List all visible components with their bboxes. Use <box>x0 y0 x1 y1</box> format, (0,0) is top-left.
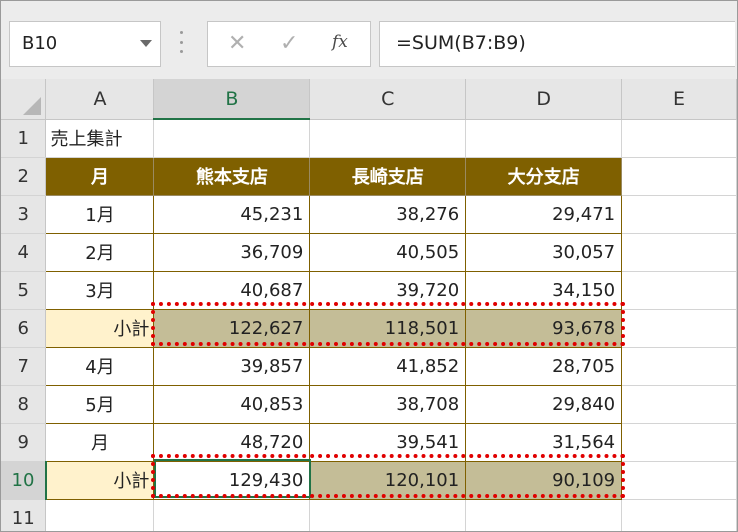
insert-function-icon[interactable]: fx <box>332 32 348 52</box>
value-cell[interactable]: 29,471 <box>465 194 623 234</box>
row-header[interactable]: 6 <box>1 309 47 348</box>
row-header[interactable]: 8 <box>1 385 47 424</box>
table-header-cell[interactable]: 大分支店 <box>465 156 623 196</box>
column-header-d[interactable]: D <box>465 79 623 120</box>
formula-toolbar: B10 ✕ ✓ fx =SUM(B7:B9) <box>1 1 737 79</box>
cell[interactable] <box>621 461 737 500</box>
sheet-row: 2 月 熊本支店 長崎支店 大分支店 <box>1 156 737 196</box>
cell[interactable] <box>621 271 737 310</box>
value-cell[interactable]: 41,852 <box>309 346 467 386</box>
sheet-row: 7 4月 39,857 41,852 28,705 <box>1 346 737 386</box>
value-cell[interactable]: 39,857 <box>153 346 311 386</box>
name-box[interactable]: B10 <box>9 21 161 67</box>
row-header[interactable]: 11 <box>1 499 47 531</box>
cell[interactable] <box>621 309 737 348</box>
row-header[interactable]: 2 <box>1 157 47 196</box>
spreadsheet-window: B10 ✕ ✓ fx =SUM(B7:B9) A B C D E 1 売上集計 <box>0 0 738 532</box>
value-cell[interactable]: 40,687 <box>153 270 311 310</box>
cell[interactable] <box>153 499 311 531</box>
value-cell[interactable]: 38,276 <box>309 194 467 234</box>
cell[interactable] <box>621 385 737 424</box>
value-cell[interactable]: 48,720 <box>153 422 311 462</box>
cancel-icon[interactable]: ✕ <box>228 31 246 57</box>
subtotal-value-cell[interactable]: 120,101 <box>309 460 467 500</box>
month-cell[interactable]: 1月 <box>45 194 155 234</box>
select-all-corner[interactable] <box>1 79 47 120</box>
sheet-row: 5 3月 40,687 39,720 34,150 <box>1 270 737 310</box>
column-header-b[interactable]: B <box>153 79 311 120</box>
subtotal-label-cell[interactable]: 小計 <box>45 460 155 500</box>
cell[interactable] <box>621 119 737 158</box>
cell[interactable] <box>621 423 737 462</box>
cell[interactable] <box>621 195 737 234</box>
value-cell[interactable]: 36,709 <box>153 232 311 272</box>
cell[interactable] <box>621 157 737 196</box>
cell[interactable] <box>465 119 623 158</box>
name-box-value: B10 <box>22 33 58 54</box>
sheet-row: 3 1月 45,231 38,276 29,471 <box>1 194 737 234</box>
select-all-triangle-icon <box>23 96 42 115</box>
subtotal-label-cell[interactable]: 小計 <box>45 308 155 348</box>
row-header[interactable]: 4 <box>1 233 47 272</box>
subtotal-value-cell[interactable]: 118,501 <box>309 308 467 348</box>
sheet-row: 4 2月 36,709 40,505 30,057 <box>1 232 737 272</box>
column-header-c[interactable]: C <box>309 79 467 120</box>
row-header[interactable]: 5 <box>1 271 47 310</box>
cell[interactable] <box>621 499 737 531</box>
sheet-row: 8 5月 40,853 38,708 29,840 <box>1 384 737 424</box>
cell[interactable] <box>309 119 467 158</box>
check-icon[interactable]: ✓ <box>280 31 298 57</box>
cell[interactable] <box>45 499 155 531</box>
value-cell[interactable]: 40,505 <box>309 232 467 272</box>
value-cell[interactable]: 39,541 <box>309 422 467 462</box>
column-header-a[interactable]: A <box>45 79 155 120</box>
cell[interactable] <box>621 233 737 272</box>
subtotal-value-cell[interactable]: 90,109 <box>465 460 623 500</box>
value-cell[interactable]: 29,840 <box>465 384 623 424</box>
month-cell[interactable]: 3月 <box>45 270 155 310</box>
subtotal-value-cell[interactable]: 93,678 <box>465 308 623 348</box>
value-cell[interactable]: 38,708 <box>309 384 467 424</box>
sheet-row: 9 月 48,720 39,541 31,564 <box>1 422 737 462</box>
row-header[interactable]: 9 <box>1 423 47 462</box>
cell[interactable] <box>621 347 737 386</box>
month-cell[interactable]: 2月 <box>45 232 155 272</box>
worksheet-grid: A B C D E 1 売上集計 2 月 熊本支店 長崎支店 大分支店 3 1月… <box>1 79 737 531</box>
chevron-down-icon[interactable] <box>140 40 152 47</box>
formula-input[interactable]: =SUM(B7:B9) <box>379 21 735 67</box>
row-header[interactable]: 10 <box>1 461 47 500</box>
table-header-cell[interactable]: 長崎支店 <box>309 156 467 196</box>
sheet-row: 11 <box>1 499 737 531</box>
row-header[interactable]: 1 <box>1 119 47 158</box>
cell-title[interactable]: 売上集計 <box>45 119 155 158</box>
active-cell[interactable]: 129,430 <box>153 460 311 500</box>
value-cell[interactable]: 40,853 <box>153 384 311 424</box>
row-header[interactable]: 7 <box>1 347 47 386</box>
value-cell[interactable]: 34,150 <box>465 270 623 310</box>
sheet-row: 6 小計 122,627 118,501 93,678 <box>1 308 737 348</box>
value-cell[interactable]: 39,720 <box>309 270 467 310</box>
formula-buttons: ✕ ✓ fx <box>207 21 371 67</box>
formula-text: =SUM(B7:B9) <box>396 32 526 54</box>
value-cell[interactable]: 30,057 <box>465 232 623 272</box>
column-header-row: A B C D E <box>1 79 737 120</box>
drag-handle-icon[interactable] <box>179 31 183 53</box>
sheet-row: 1 売上集計 <box>1 119 737 158</box>
value-cell[interactable]: 45,231 <box>153 194 311 234</box>
cell[interactable] <box>465 499 623 531</box>
month-cell[interactable]: 5月 <box>45 384 155 424</box>
month-cell[interactable]: 月 <box>45 422 155 462</box>
value-cell[interactable]: 31,564 <box>465 422 623 462</box>
cell[interactable] <box>309 499 467 531</box>
table-header-cell[interactable]: 月 <box>45 156 155 196</box>
column-header-e[interactable]: E <box>621 79 737 120</box>
month-cell[interactable]: 4月 <box>45 346 155 386</box>
sheet-row: 10 小計 129,430 120,101 90,109 <box>1 460 737 500</box>
value-cell[interactable]: 28,705 <box>465 346 623 386</box>
table-header-cell[interactable]: 熊本支店 <box>153 156 311 196</box>
cell[interactable] <box>153 119 311 158</box>
subtotal-value-cell[interactable]: 122,627 <box>153 308 311 348</box>
row-header[interactable]: 3 <box>1 195 47 234</box>
